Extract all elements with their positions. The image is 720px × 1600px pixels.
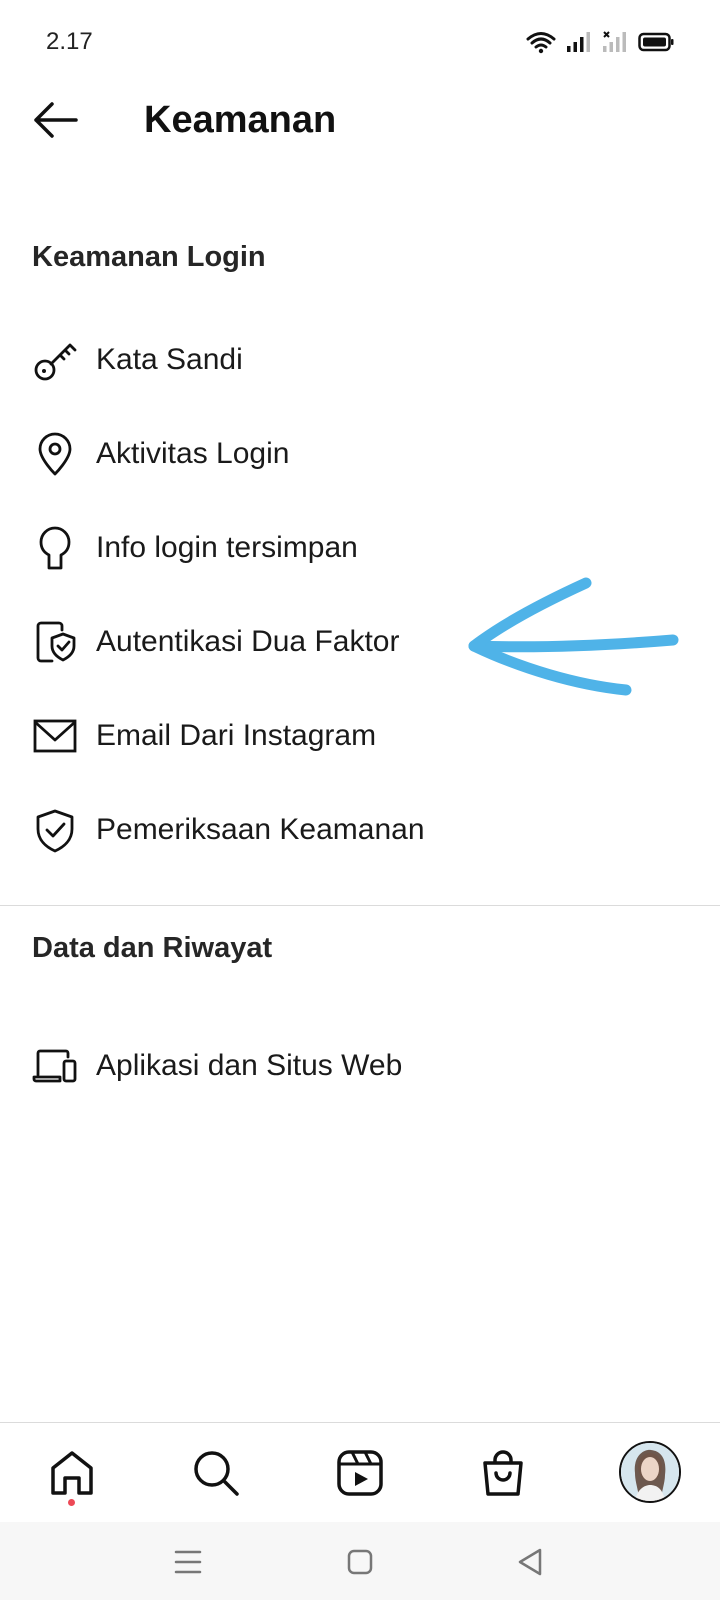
reels-icon bbox=[337, 1450, 383, 1496]
home-icon bbox=[51, 1451, 93, 1495]
data-history-menu: Aplikasi dan Situs Web bbox=[0, 1019, 720, 1113]
menu-item-label: Info login tersimpan bbox=[96, 531, 358, 564]
menu-item-label: Kata Sandi bbox=[96, 343, 243, 376]
key-icon bbox=[32, 337, 78, 383]
location-pin-icon bbox=[32, 431, 78, 477]
phone-shield-icon bbox=[32, 619, 78, 665]
menu-item-label: Email Dari Instagram bbox=[96, 719, 377, 752]
nav-home-button[interactable] bbox=[44, 1445, 100, 1501]
battery-icon bbox=[638, 32, 674, 52]
shop-icon bbox=[483, 1450, 523, 1496]
page-title: Keamanan bbox=[144, 99, 337, 141]
header: Keamanan bbox=[0, 80, 720, 160]
system-navigation-bar bbox=[0, 1522, 720, 1600]
search-icon bbox=[194, 1451, 239, 1496]
keyhole-icon bbox=[32, 525, 78, 571]
envelope-icon bbox=[32, 713, 78, 759]
menu-item-label: Autentikasi Dua Faktor bbox=[96, 625, 400, 658]
menu-item-security-checkup[interactable]: Pemeriksaan Keamanan bbox=[0, 783, 720, 877]
menu-item-instagram-emails[interactable]: Email Dari Instagram bbox=[0, 689, 720, 783]
wifi-icon bbox=[526, 32, 556, 54]
system-back-button[interactable] bbox=[512, 1544, 548, 1580]
system-home-button[interactable] bbox=[342, 1544, 378, 1580]
menu-item-label: Pemeriksaan Keamanan bbox=[96, 813, 425, 846]
section-title-data-history: Data dan Riwayat bbox=[32, 932, 273, 964]
status-time: 2.17 bbox=[46, 28, 93, 55]
signal-icon bbox=[567, 32, 590, 52]
shield-check-icon bbox=[32, 807, 78, 853]
menu-item-two-factor-auth[interactable]: Autentikasi Dua Faktor bbox=[0, 595, 720, 689]
laptop-phone-icon bbox=[32, 1043, 78, 1089]
back-triangle-icon bbox=[518, 1548, 542, 1576]
nav-shop-button[interactable] bbox=[475, 1445, 531, 1501]
notification-dot bbox=[68, 1499, 75, 1506]
profile-avatar[interactable] bbox=[619, 1441, 681, 1503]
login-security-menu: Kata Sandi Aktivitas Login Info login te… bbox=[0, 313, 720, 877]
status-bar: 2.17 bbox=[0, 0, 720, 80]
signal-off-icon bbox=[603, 31, 626, 52]
menu-item-login-activity[interactable]: Aktivitas Login bbox=[0, 407, 720, 501]
home-square-icon bbox=[347, 1549, 373, 1575]
nav-reels-button[interactable] bbox=[332, 1445, 388, 1501]
back-button[interactable] bbox=[30, 94, 82, 146]
status-icons bbox=[526, 30, 674, 54]
arrow-left-icon bbox=[34, 102, 78, 138]
section-title-login-security: Keamanan Login bbox=[32, 241, 266, 273]
nav-search-button[interactable] bbox=[188, 1445, 244, 1501]
menu-item-password[interactable]: Kata Sandi bbox=[0, 313, 720, 407]
bottom-navigation bbox=[0, 1422, 720, 1523]
system-menu-button[interactable] bbox=[170, 1544, 206, 1580]
menu-item-label: Aplikasi dan Situs Web bbox=[96, 1049, 403, 1082]
menu-item-apps-websites[interactable]: Aplikasi dan Situs Web bbox=[0, 1019, 720, 1113]
menu-item-label: Aktivitas Login bbox=[96, 437, 290, 470]
menu-icon bbox=[174, 1550, 202, 1574]
section-divider bbox=[0, 905, 720, 906]
menu-item-saved-login-info[interactable]: Info login tersimpan bbox=[0, 501, 720, 595]
